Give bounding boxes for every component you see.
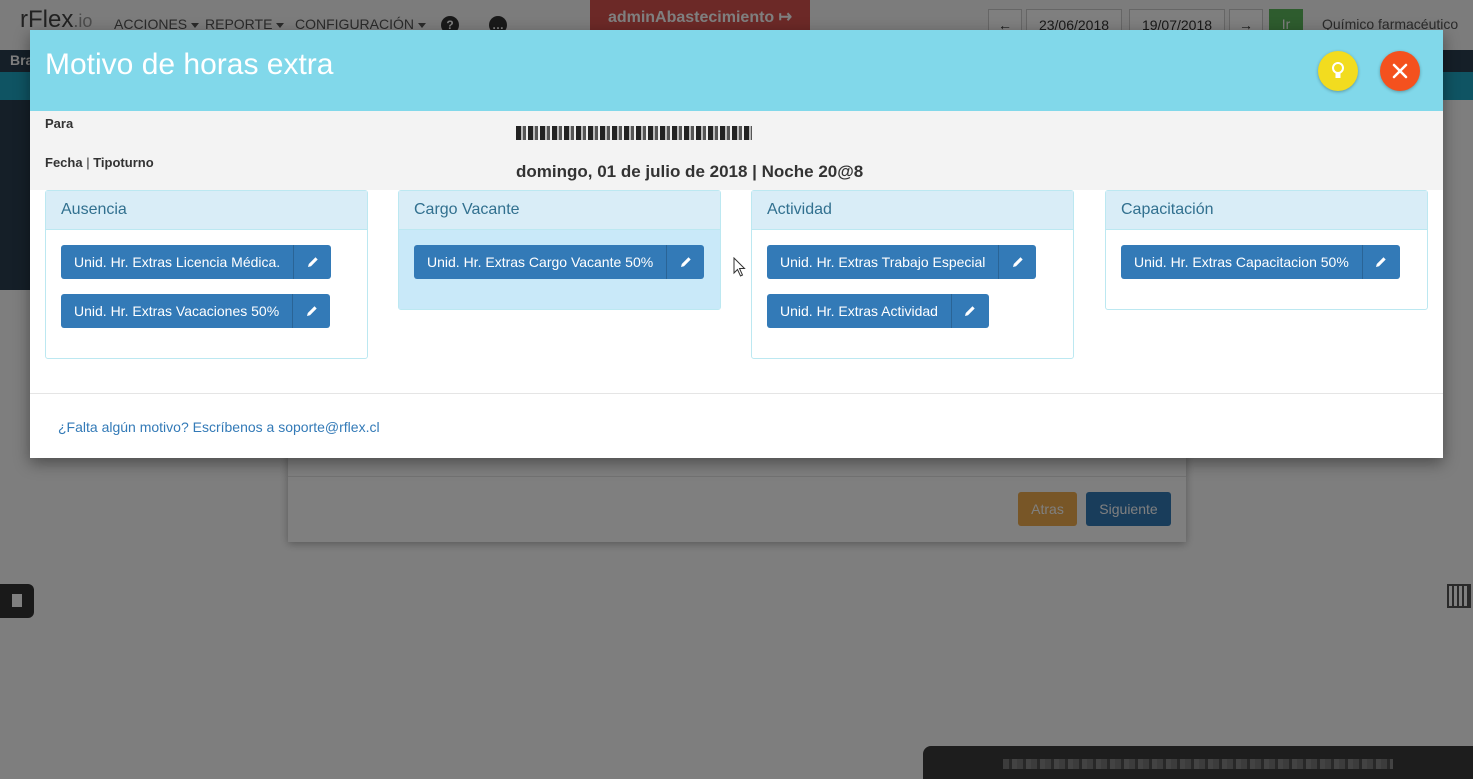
edit-button[interactable] [1362, 245, 1400, 279]
pencil-icon [680, 257, 691, 267]
panel-body: Unid. Hr. Extras Cargo Vacante 50% [399, 230, 720, 309]
panel-heading: Ausencia [46, 191, 367, 230]
pencil-icon [965, 306, 976, 316]
panel-heading: Cargo Vacante [399, 191, 720, 230]
lightbulb-icon [1332, 62, 1344, 78]
edit-button[interactable] [667, 245, 705, 279]
close-button[interactable] [1380, 51, 1420, 91]
pencil-icon [306, 306, 317, 316]
pencil-icon [307, 257, 318, 267]
hint-button[interactable] [1318, 51, 1358, 91]
modal-header: Motivo de horas extra [30, 30, 1443, 111]
overtime-reason-modal: Motivo de horas extra Para Fecha | Tipot… [30, 30, 1443, 458]
pencil-icon [1376, 257, 1386, 267]
panel-body: Unid. Hr. Extras Trabajo Especial Unid. … [752, 230, 1073, 358]
reason-button-group: Unid. Hr. Extras Trabajo Especial [767, 245, 1037, 279]
reason-button-group: Unid. Hr. Extras Vacaciones 50% [61, 294, 331, 328]
reason-button-group: Unid. Hr. Extras Licencia Médica. [61, 245, 332, 279]
panel-ausencia: Ausencia Unid. Hr. Extras Licencia Médic… [45, 190, 368, 359]
fecha-tipoturno-label: Fecha | Tipoturno [45, 155, 154, 170]
reason-button-group: Unid. Hr. Extras Actividad [767, 294, 989, 328]
panel-heading: Actividad [752, 191, 1073, 230]
reason-button[interactable]: Unid. Hr. Extras Actividad [767, 294, 952, 328]
reason-button-group: Unid. Hr. Extras Cargo Vacante 50% [414, 245, 705, 279]
pencil-icon [1012, 257, 1023, 267]
info-band: Para Fecha | Tipoturno domingo, 01 de ju… [30, 111, 1443, 190]
panel-capacitacion: Capacitación Unid. Hr. Extras Capacitaci… [1105, 190, 1428, 310]
reason-button[interactable]: Unid. Hr. Extras Trabajo Especial [767, 245, 1000, 279]
modal-footer-divider [30, 393, 1443, 394]
reason-button[interactable]: Unid. Hr. Extras Capacitacion 50% [1121, 245, 1363, 279]
edit-button[interactable] [294, 245, 332, 279]
close-icon [1392, 63, 1408, 79]
panel-body: Unid. Hr. Extras Capacitacion 50% [1106, 230, 1427, 309]
panel-cargo-vacante: Cargo Vacante Unid. Hr. Extras Cargo Vac… [398, 190, 721, 310]
fecha-value: domingo, 01 de julio de 2018 | Noche 20@… [516, 162, 864, 181]
support-link[interactable]: ¿Falta algún motivo? Escríbenos a soport… [58, 419, 380, 435]
mouse-cursor-icon [733, 257, 746, 277]
reason-button-group: Unid. Hr. Extras Capacitacion 50% [1121, 245, 1400, 279]
panel-actividad: Actividad Unid. Hr. Extras Trabajo Espec… [751, 190, 1074, 359]
reason-button[interactable]: Unid. Hr. Extras Cargo Vacante 50% [414, 245, 668, 279]
para-label: Para [45, 116, 74, 131]
edit-button[interactable] [293, 294, 331, 328]
recipient-name-redacted [516, 126, 752, 140]
reason-button[interactable]: Unid. Hr. Extras Vacaciones 50% [61, 294, 294, 328]
modal-title: Motivo de horas extra [45, 48, 334, 81]
panel-heading: Capacitación [1106, 191, 1427, 230]
panel-body: Unid. Hr. Extras Licencia Médica. Unid. … [46, 230, 367, 358]
reason-button[interactable]: Unid. Hr. Extras Licencia Médica. [61, 245, 295, 279]
edit-button[interactable] [999, 245, 1037, 279]
edit-button[interactable] [951, 294, 989, 328]
